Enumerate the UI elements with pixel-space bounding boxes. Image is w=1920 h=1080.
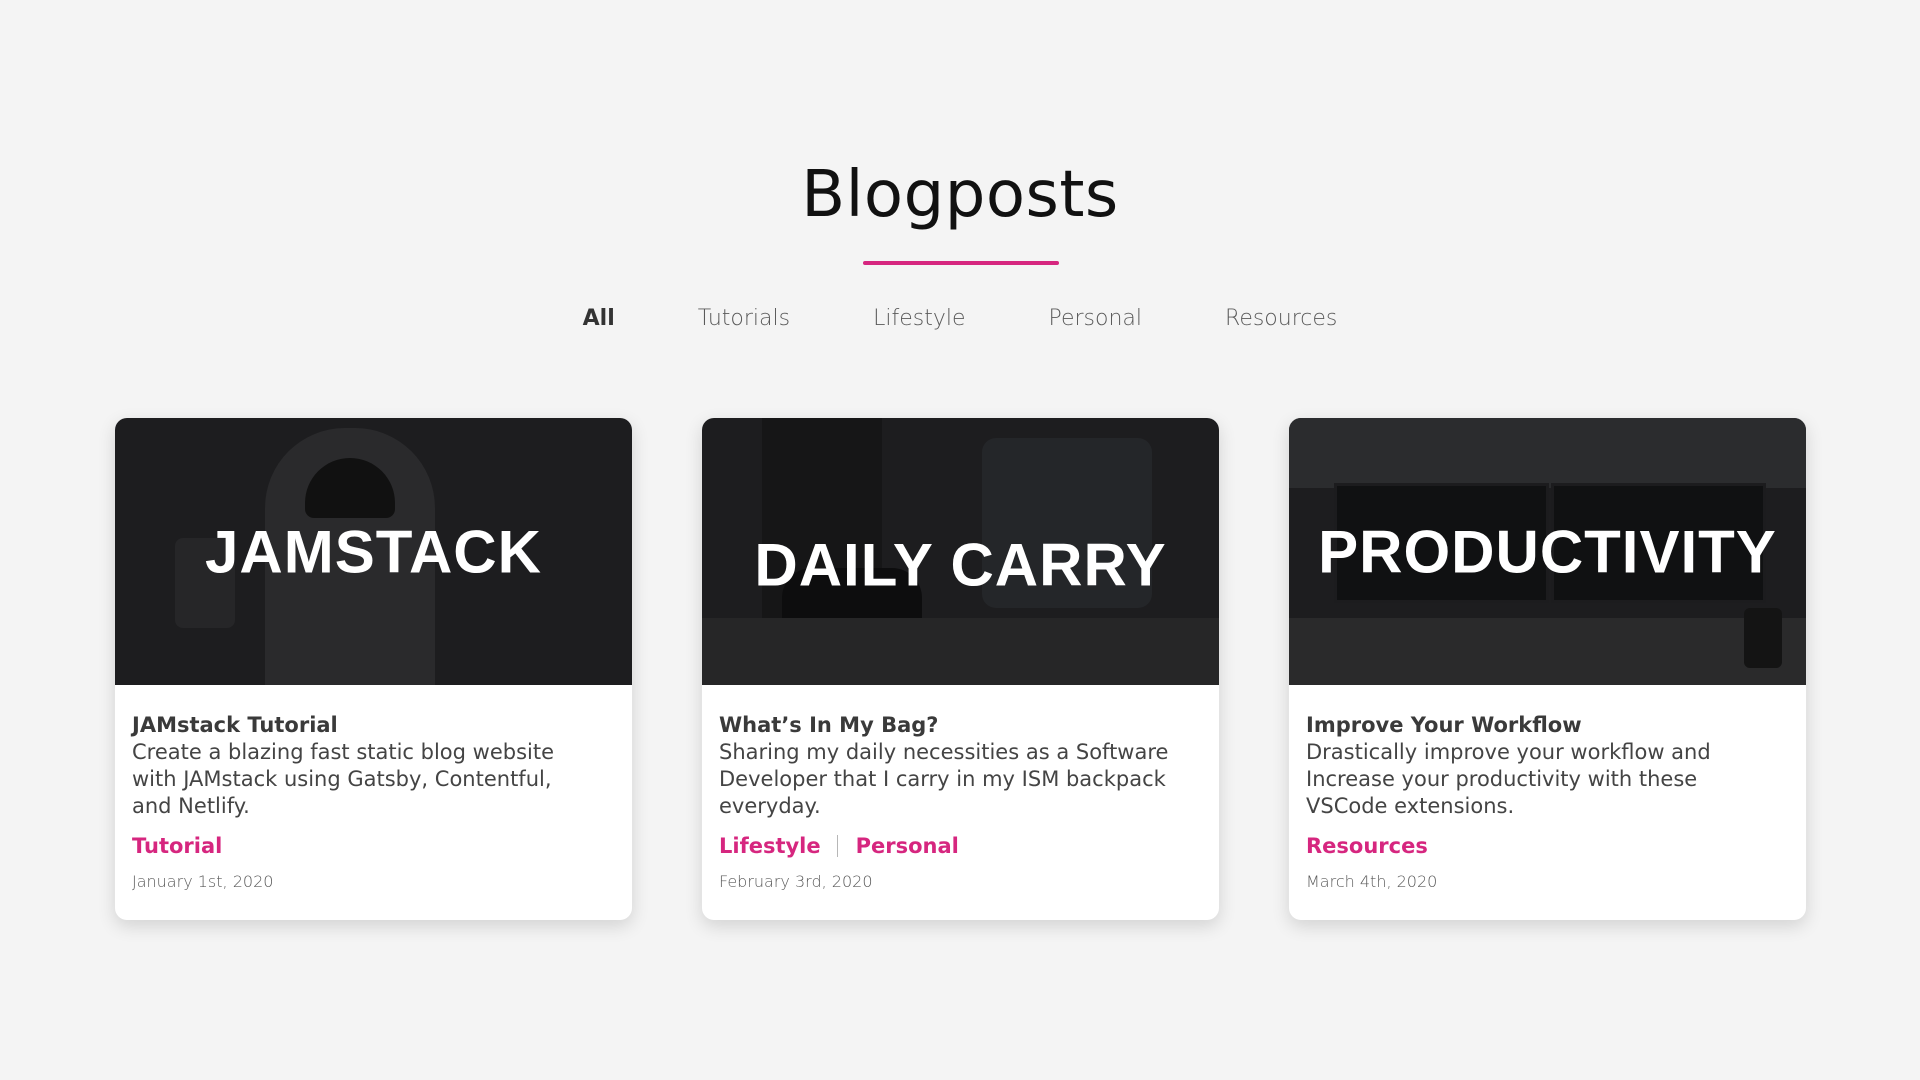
filter-resources[interactable]: Resources (1225, 306, 1337, 331)
tag-link[interactable]: Resources (1306, 834, 1428, 858)
hero-photo-desk (1289, 618, 1806, 685)
blog-card-productivity[interactable]: PRODUCTIVITY Improve Your Workflow Drast… (1289, 418, 1806, 920)
blog-page: Blogposts All Tutorials Lifestyle Person… (0, 0, 1920, 1080)
hero-title: DAILY CARRY (754, 531, 1167, 599)
filter-lifestyle[interactable]: Lifestyle (873, 306, 965, 331)
filter-all[interactable]: All (583, 306, 615, 331)
post-tags: Tutorial (132, 834, 614, 858)
post-tags: Lifestyle Personal (719, 834, 1201, 858)
post-title[interactable]: Improve Your Workflow (1306, 712, 1788, 739)
category-filter-bar: All Tutorials Lifestyle Personal Resourc… (0, 306, 1920, 331)
tag-link[interactable]: Lifestyle (719, 834, 821, 858)
tag-link[interactable]: Personal (856, 834, 959, 858)
hero-photo-floor (702, 618, 1219, 685)
hero-photo-window (1289, 418, 1806, 488)
post-description: Create a blazing fast static blog websit… (132, 740, 555, 819)
hero-title: JAMSTACK (205, 518, 542, 585)
post-title[interactable]: What’s In My Bag? (719, 712, 1201, 739)
card-hero-image[interactable]: DAILY CARRY (702, 418, 1219, 685)
title-underline (863, 261, 1059, 265)
card-hero-image[interactable]: PRODUCTIVITY (1289, 418, 1806, 685)
post-date: January 1st, 2020 (132, 872, 274, 892)
filter-personal[interactable]: Personal (1048, 306, 1142, 331)
post-tags: Resources (1306, 834, 1788, 858)
post-description: Sharing my daily necessities as a Softwa… (719, 740, 1169, 819)
hero-photo-speaker (1744, 608, 1782, 668)
tag-link[interactable]: Tutorial (132, 834, 222, 858)
post-description: Drastically improve your workflow and In… (1306, 740, 1711, 819)
filter-tutorials[interactable]: Tutorials (698, 306, 790, 331)
post-date: March 4th, 2020 (1306, 872, 1438, 892)
blog-card-jamstack[interactable]: JAMSTACK JAMstack Tutorial Create a blaz… (115, 418, 632, 920)
tag-divider (836, 835, 838, 858)
post-date: February 3rd, 2020 (719, 872, 873, 892)
hero-title: PRODUCTIVITY (1318, 518, 1777, 585)
card-hero-image[interactable]: JAMSTACK (115, 418, 632, 685)
post-title[interactable]: JAMstack Tutorial (132, 712, 614, 739)
blog-card-daily-carry[interactable]: DAILY CARRY What’s In My Bag? Sharing my… (702, 418, 1219, 920)
page-title: Blogposts (801, 158, 1119, 232)
